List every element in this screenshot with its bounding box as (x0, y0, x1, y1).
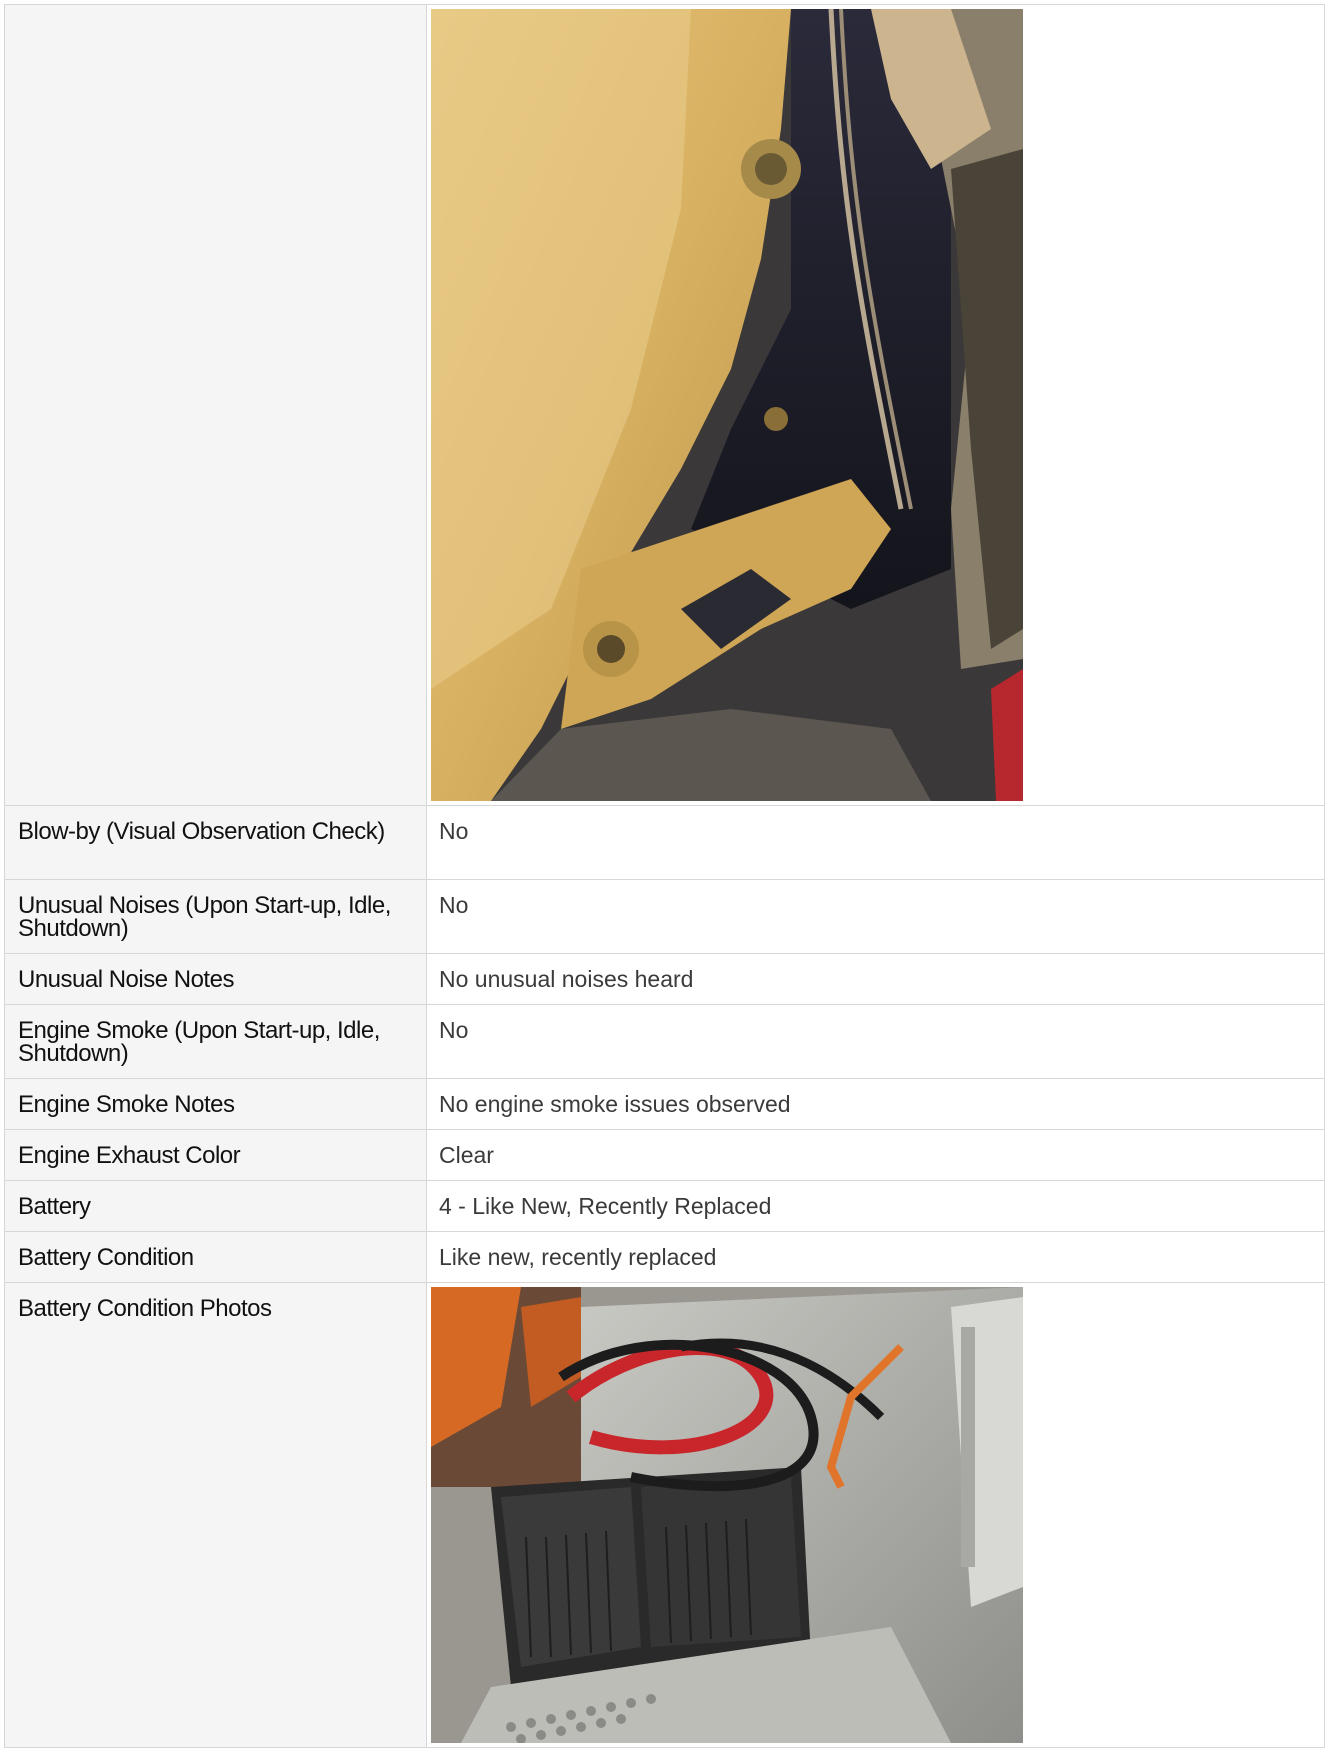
table-row: Blow-by (Visual Observation Check) No (4, 805, 1325, 880)
row-value-engine-smoke-notes: No engine smoke issues observed (426, 1078, 1325, 1130)
row-label-engine-smoke-notes: Engine Smoke Notes (4, 1078, 427, 1130)
table-row: Engine Exhaust Color Clear (4, 1129, 1325, 1181)
row-value-unusual-noises: No (426, 879, 1325, 954)
table-row: Battery Condition Photos (4, 1282, 1325, 1748)
table-row (4, 4, 1325, 806)
row-label-battery: Battery (4, 1180, 427, 1232)
table-row: Battery Condition Like new, recently rep… (4, 1231, 1325, 1283)
battery-photo-cell (426, 1282, 1325, 1748)
engine-photo-cell (426, 4, 1325, 806)
row-label-battery-condition-photos: Battery Condition Photos (4, 1282, 427, 1748)
table-row: Battery 4 - Like New, Recently Replaced (4, 1180, 1325, 1232)
row-value-blow-by: No (426, 805, 1325, 880)
row-value-unusual-noise-notes: No unusual noises heard (426, 953, 1325, 1005)
row-label-unusual-noises: Unusual Noises (Upon Start-up, Idle, Shu… (4, 879, 427, 954)
row-value-engine-exhaust-color: Clear (426, 1129, 1325, 1181)
row-label-blow-by: Blow-by (Visual Observation Check) (4, 805, 427, 880)
table-row: Unusual Noises (Upon Start-up, Idle, Shu… (4, 879, 1325, 954)
row-label (4, 4, 427, 806)
inspection-table: Blow-by (Visual Observation Check) No Un… (4, 4, 1325, 1748)
row-value-engine-smoke: No (426, 1004, 1325, 1079)
row-label-engine-exhaust-color: Engine Exhaust Color (4, 1129, 427, 1181)
row-value-battery: 4 - Like New, Recently Replaced (426, 1180, 1325, 1232)
row-label-battery-condition: Battery Condition (4, 1231, 427, 1283)
row-label-engine-smoke: Engine Smoke (Upon Start-up, Idle, Shutd… (4, 1004, 427, 1079)
row-label-unusual-noise-notes: Unusual Noise Notes (4, 953, 427, 1005)
battery-photo[interactable] (431, 1287, 1023, 1743)
table-row: Unusual Noise Notes No unusual noises he… (4, 953, 1325, 1005)
row-value-battery-condition: Like new, recently replaced (426, 1231, 1325, 1283)
engine-photo[interactable] (431, 9, 1023, 801)
table-row: Engine Smoke (Upon Start-up, Idle, Shutd… (4, 1004, 1325, 1079)
table-row: Engine Smoke Notes No engine smoke issue… (4, 1078, 1325, 1130)
